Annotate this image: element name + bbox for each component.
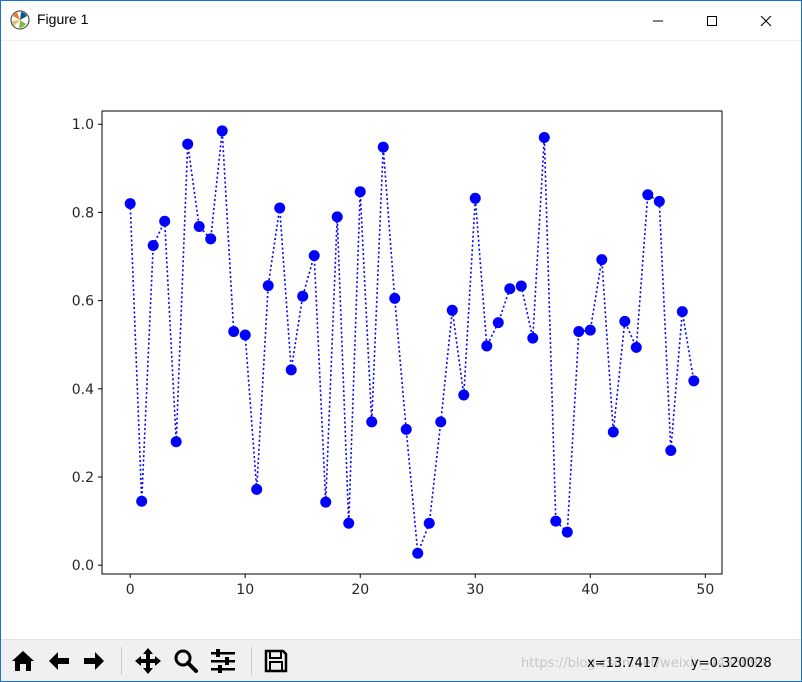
data-point [446,304,458,316]
y-tick-label: 0.8 [72,205,94,221]
toolbar-separator [121,647,122,675]
x-tick-label: 40 [581,582,599,598]
back-arrow-icon [49,652,69,670]
x-tick-label: 0 [126,582,135,598]
data-point [412,547,424,559]
data-point [527,332,539,344]
data-point [389,292,401,304]
data-point [136,495,148,507]
data-point [573,325,585,337]
close-button[interactable] [743,1,789,40]
toolbar-separator [251,647,252,675]
y-tick-label: 0.6 [72,294,94,310]
data-point [147,239,159,251]
data-point [550,515,562,527]
data-point [216,125,228,137]
data-point [262,280,274,292]
data-point [308,250,320,262]
data-point [653,195,665,207]
forward-button[interactable] [79,646,109,676]
save-button[interactable] [261,646,291,676]
y-tick-label: 1.0 [72,117,94,133]
data-point [239,329,251,341]
x-tick-label: 50 [696,582,714,598]
configure-subplots-button[interactable] [208,646,238,676]
data-point [205,233,217,245]
data-point [619,315,631,327]
x-tick-label: 10 [236,582,254,598]
x-tick-label: 20 [351,582,369,598]
data-point [676,306,688,318]
forward-arrow-icon [84,652,104,670]
data-point [423,517,435,529]
close-icon [760,15,772,26]
data-point [331,211,343,223]
window-title: Figure 1 [37,11,89,27]
data-point [538,131,550,143]
data-point [492,317,504,329]
data-point [561,526,573,538]
series-line [129,130,695,554]
y-tick-label: 0.4 [72,382,94,398]
configure-subplots-icon [211,649,235,673]
x-coordinate-readout: x=13.7417 [587,656,660,671]
data-point [469,192,481,204]
data-point [124,198,136,210]
x-tick-label: 30 [466,582,484,598]
data-point [343,517,355,529]
figure-canvas[interactable]: 0 10 20 30 40 50 0.0 0.2 0.4 0.6 0.8 1.0 [1,41,801,639]
data-point [320,496,332,508]
pan-icon [135,648,161,674]
line-chart[interactable]: 0 10 20 30 40 50 0.0 0.2 0.4 0.6 0.8 1.0 [1,41,801,639]
data-point [584,324,596,336]
data-point [665,445,677,457]
data-point [251,483,263,495]
data-point [354,186,366,198]
y-tick-label: 0.2 [72,470,94,486]
home-icon [12,651,34,671]
data-point [515,280,527,292]
data-point [285,364,297,376]
data-point [458,389,470,401]
y-coordinate-readout: y=0.320028 [691,656,772,671]
home-button[interactable] [8,646,38,676]
zoom-button[interactable] [171,646,201,676]
minimize-icon [653,20,663,21]
zoom-icon [174,649,198,673]
data-point [182,138,194,150]
title-bar[interactable]: Figure 1 [1,1,801,41]
data-point [642,189,654,201]
data-point [228,325,240,337]
y-tick-label: 0.0 [72,558,94,574]
back-button[interactable] [44,646,74,676]
data-point [159,215,171,227]
data-point [607,426,619,438]
data-point [504,283,516,295]
data-point [630,341,642,353]
pan-button[interactable] [133,646,163,676]
data-point [170,436,182,448]
save-icon [264,649,288,673]
figure-window: Figure 1 0 10 20 30 40 50 0.0 0.2 0.4 0.6 0.8 1.0 [0,0,802,682]
minimize-button[interactable] [635,1,681,40]
data-point [297,290,309,302]
maximize-button[interactable] [689,1,735,40]
data-point [481,340,493,352]
matplotlib-logo-icon [10,10,30,30]
data-point [193,221,205,233]
data-point [435,416,447,428]
navigation-toolbar: https://blog.csdn.net/weixin_4435099 x=1… [1,639,801,681]
data-point [377,141,389,153]
data-point [688,375,700,387]
maximize-icon [707,15,717,26]
data-point [366,416,378,428]
axes-frame [101,110,723,575]
data-point [400,423,412,435]
data-point [274,202,286,214]
data-point [596,254,608,266]
